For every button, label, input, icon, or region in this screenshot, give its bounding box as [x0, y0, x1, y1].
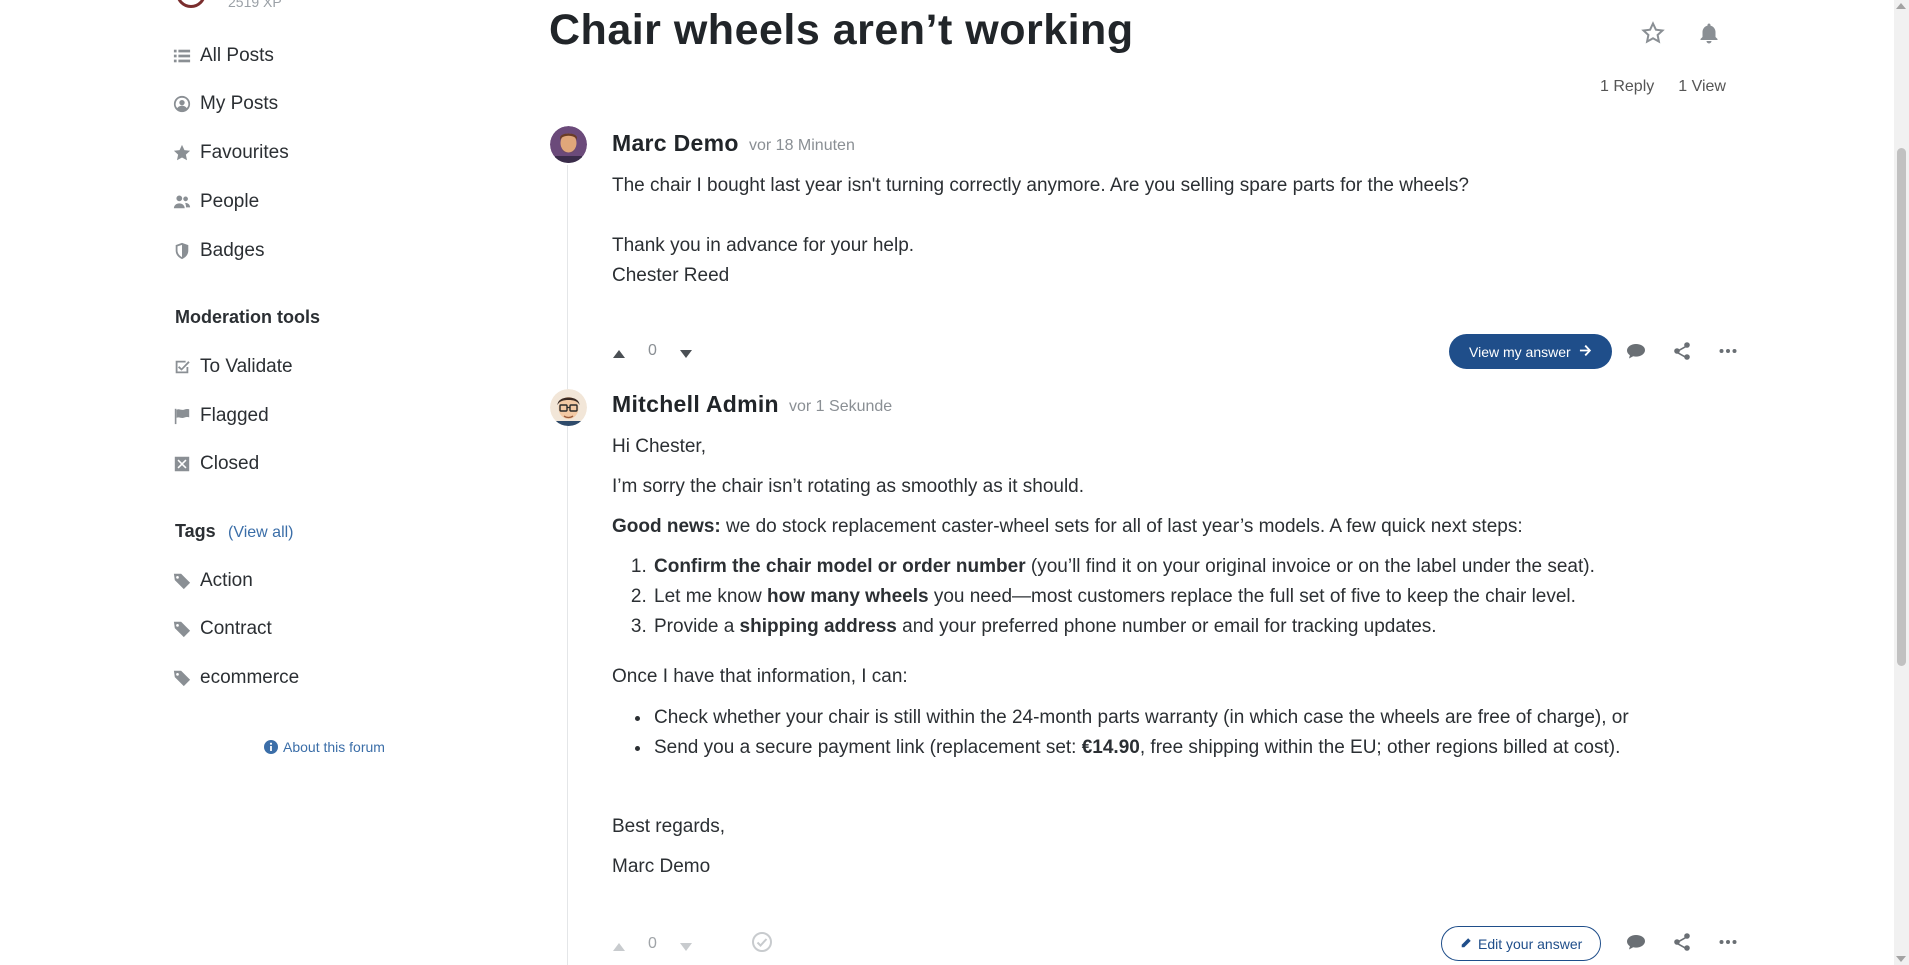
- flag-icon: [172, 406, 192, 426]
- list-item: Provide a shipping address and your pref…: [652, 612, 1595, 642]
- question-line-2: Thank you in advance for your help.: [612, 235, 915, 256]
- tag-icon: [172, 571, 192, 591]
- tag-label: Contract: [200, 618, 272, 639]
- list-item: Confirm the chair model or order number …: [652, 552, 1595, 582]
- nav-label: Closed: [200, 453, 260, 474]
- options-list: Check whether your chair is still within…: [652, 703, 1629, 763]
- vote-count: 0: [648, 342, 657, 359]
- view-my-answer-button[interactable]: View my answer: [1449, 334, 1612, 369]
- answer-good-news: Good news: we do stock replacement caste…: [612, 512, 1523, 542]
- tag-contract[interactable]: Contract: [172, 615, 272, 643]
- list-item: Send you a secure payment link (replacem…: [652, 733, 1629, 763]
- good-news-bold: Good news:: [612, 516, 721, 537]
- question-vote: 0: [612, 342, 693, 360]
- pencil-icon: [1460, 936, 1472, 952]
- list-item: Let me know how many wheels you need—mos…: [652, 582, 1595, 612]
- answer-sorry: I’m sorry the chair isn’t rotating as sm…: [612, 476, 1085, 497]
- favourite-star-icon[interactable]: [1640, 20, 1666, 46]
- nav-favourites[interactable]: Favourites: [172, 139, 289, 167]
- view-all-tags-link[interactable]: (View all): [228, 524, 294, 542]
- vote-count: 0: [648, 935, 657, 952]
- scroll-down-arrow[interactable]: [1896, 956, 1906, 962]
- user-circle-icon: [172, 94, 192, 114]
- steps-list: Confirm the chair model or order number …: [652, 552, 1595, 642]
- tags-title: Tags: [175, 521, 216, 541]
- user-avatar[interactable]: [176, 0, 206, 8]
- nav-label: To Validate: [200, 356, 293, 377]
- good-news-rest: we do stock replacement caster-wheel set…: [720, 516, 1523, 537]
- check-square-icon: [172, 357, 192, 377]
- answer-greeting: Hi Chester,: [612, 436, 706, 457]
- arrow-right-icon: [1579, 344, 1592, 360]
- nav-all-posts[interactable]: All Posts: [172, 42, 274, 70]
- view-count: 1 View: [1678, 78, 1726, 95]
- upvote-icon[interactable]: [612, 346, 626, 358]
- post-author[interactable]: Mitchell Admin: [612, 391, 779, 418]
- nav-label: My Posts: [200, 93, 279, 114]
- nav-label: People: [200, 191, 260, 212]
- nav-label: Favourites: [200, 142, 289, 163]
- users-icon: [172, 192, 192, 212]
- post-time: vor 18 Minuten: [749, 137, 855, 154]
- about-forum-link[interactable]: About this forum: [264, 739, 385, 755]
- accept-answer-icon[interactable]: [751, 931, 773, 953]
- nav-label: All Posts: [200, 45, 274, 66]
- tag-icon: [172, 668, 192, 688]
- page-title: Chair wheels aren’t working: [549, 6, 1134, 54]
- button-label: Edit your answer: [1478, 935, 1583, 952]
- user-xp: 2519 XP: [228, 0, 282, 10]
- tag-label: Action: [200, 570, 253, 591]
- thread-line: [567, 165, 568, 965]
- answer-vote: 0: [612, 935, 693, 953]
- avatar[interactable]: [550, 126, 587, 163]
- more-options-icon[interactable]: [1717, 931, 1739, 953]
- post-time: vor 1 Sekunde: [789, 398, 893, 415]
- downvote-icon[interactable]: [679, 939, 693, 951]
- nav-my-posts[interactable]: My Posts: [172, 90, 278, 118]
- edit-answer-button[interactable]: Edit your answer: [1441, 926, 1602, 961]
- answer-regards: Best regards,: [612, 816, 725, 837]
- list-icon: [172, 46, 192, 66]
- nav-label: Badges: [200, 240, 265, 261]
- nav-to-validate[interactable]: To Validate: [172, 353, 293, 381]
- more-options-icon[interactable]: [1717, 340, 1739, 362]
- moderation-title: Moderation tools: [175, 307, 320, 327]
- tag-action[interactable]: Action: [172, 567, 253, 595]
- share-icon[interactable]: [1671, 931, 1693, 953]
- list-item: Check whether your chair is still within…: [652, 703, 1629, 733]
- question-line-1: The chair I bought last year isn't turni…: [612, 175, 1469, 196]
- answer-signature: Marc Demo: [612, 856, 711, 877]
- downvote-icon[interactable]: [679, 346, 693, 358]
- scroll-up-arrow[interactable]: [1896, 3, 1906, 9]
- thread-stats: 1 Reply 1 View: [1600, 78, 1726, 96]
- upvote-icon[interactable]: [612, 939, 626, 951]
- close-square-icon: [172, 454, 192, 474]
- nav-badges[interactable]: Badges: [172, 237, 264, 265]
- star-icon: [172, 143, 192, 163]
- shield-icon: [172, 241, 192, 261]
- nav-label: Flagged: [200, 405, 269, 426]
- nav-flagged[interactable]: Flagged: [172, 402, 269, 430]
- info-icon: [264, 740, 278, 754]
- question-line-3: Chester Reed: [612, 265, 730, 286]
- share-icon[interactable]: [1671, 340, 1693, 362]
- comment-icon[interactable]: [1625, 340, 1647, 362]
- nav-closed[interactable]: Closed: [172, 450, 259, 478]
- scrollbar-thumb[interactable]: [1897, 148, 1906, 666]
- answer-once: Once I have that information, I can:: [612, 666, 908, 687]
- bell-icon[interactable]: [1696, 20, 1722, 46]
- tag-label: ecommerce: [200, 667, 300, 688]
- comment-icon[interactable]: [1625, 931, 1647, 953]
- tag-icon: [172, 619, 192, 639]
- sidebar: 2519 XP All Posts My Posts Favourites Pe…: [0, 0, 540, 965]
- tag-ecommerce[interactable]: ecommerce: [172, 664, 299, 692]
- nav-people[interactable]: People: [172, 188, 259, 216]
- post-author[interactable]: Marc Demo: [612, 130, 739, 157]
- avatar[interactable]: [550, 389, 587, 426]
- reply-count: 1 Reply: [1600, 78, 1655, 95]
- scrollbar[interactable]: [1894, 0, 1909, 965]
- about-label: About this forum: [283, 739, 385, 755]
- button-label: View my answer: [1469, 343, 1571, 360]
